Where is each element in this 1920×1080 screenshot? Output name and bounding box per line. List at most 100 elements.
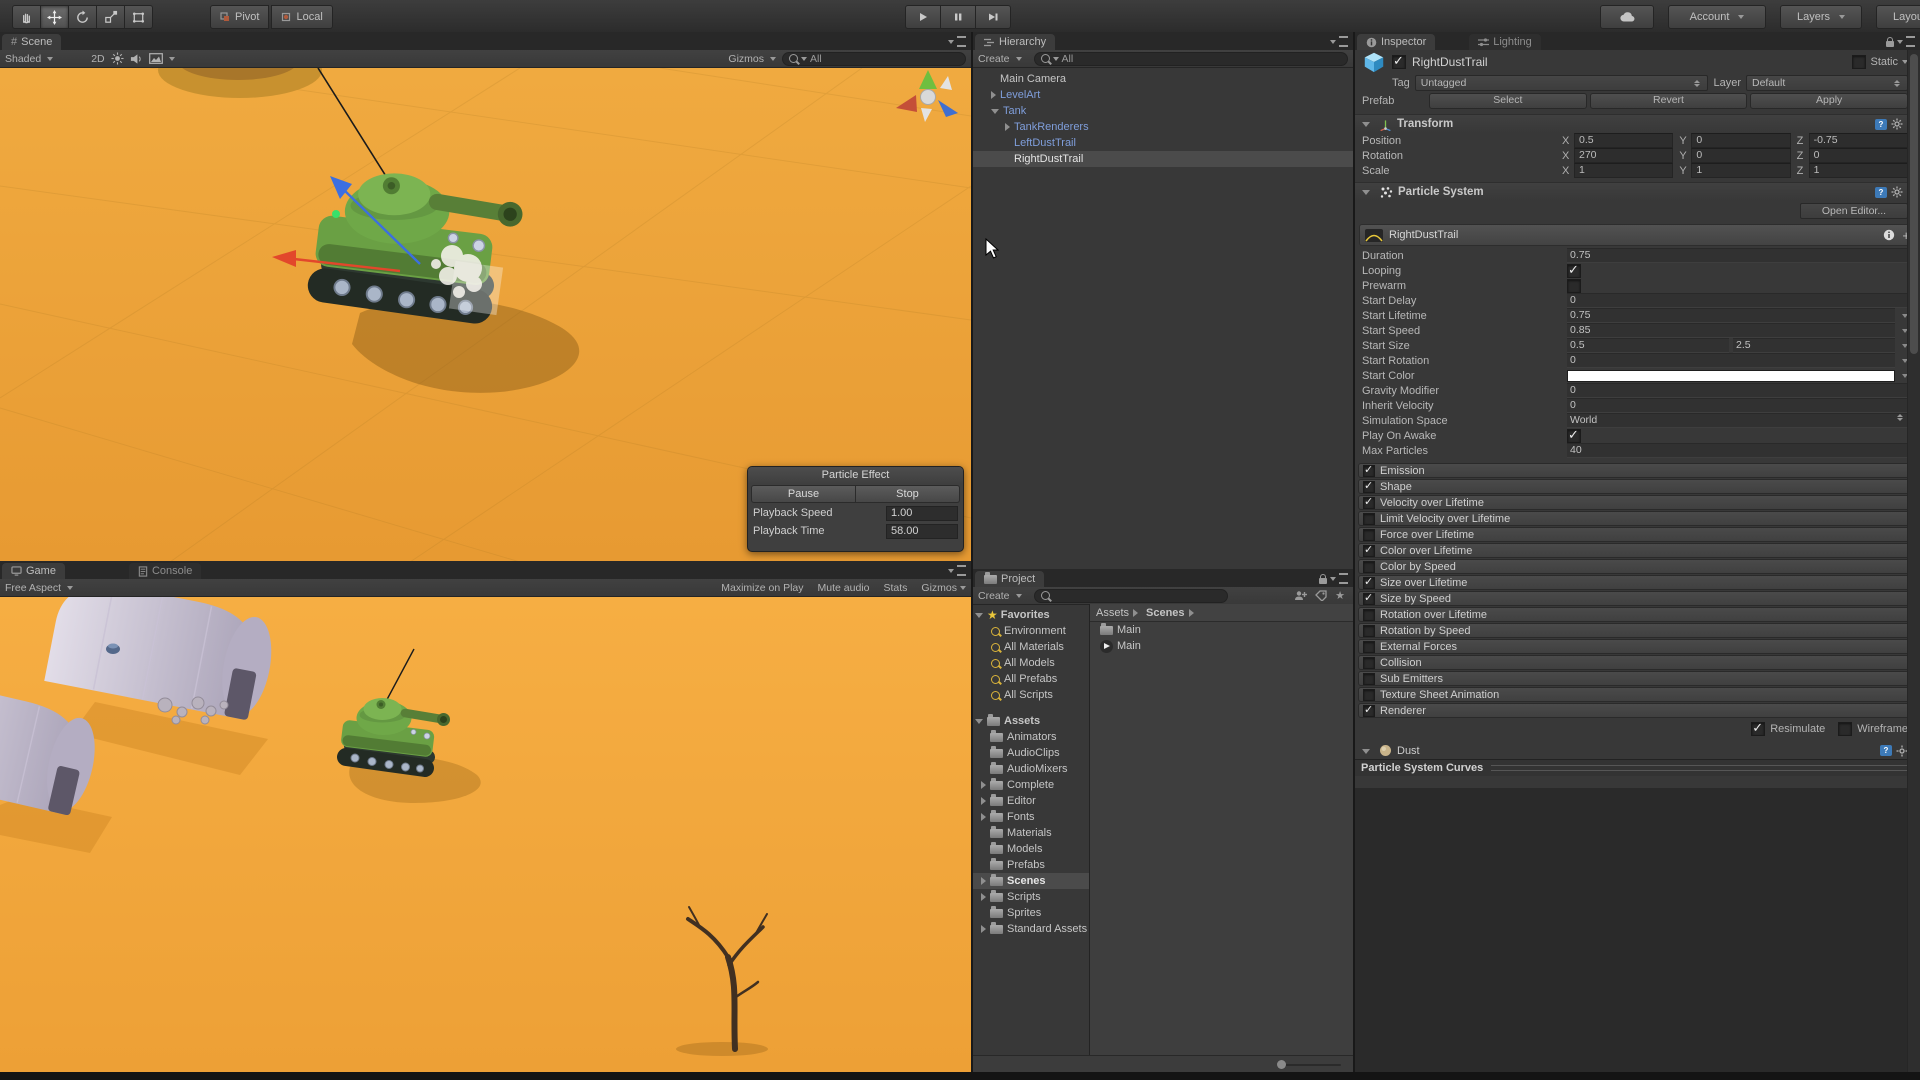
project-folder[interactable]: Animators: [973, 729, 1089, 745]
layer-dropdown[interactable]: Default: [1746, 75, 1908, 91]
playback-time-field[interactable]: 58.00: [886, 524, 958, 539]
create-caret[interactable]: [1016, 594, 1022, 598]
hierarchy-item[interactable]: LeftDustTrail: [973, 135, 1353, 151]
transform-foldout[interactable]: [1362, 122, 1370, 127]
module-checkbox[interactable]: [1363, 481, 1375, 493]
hierarchy-item[interactable]: LevelArt: [973, 87, 1353, 103]
module-color-over-lifetime[interactable]: Color over Lifetime: [1358, 543, 1917, 558]
tab-scene[interactable]: # Scene: [2, 34, 61, 50]
module-checkbox[interactable]: [1363, 529, 1375, 541]
gravity-modifier-field[interactable]: 0: [1567, 383, 1908, 398]
create-caret[interactable]: [1016, 57, 1022, 61]
project-folder[interactable]: AudioMixers: [973, 761, 1089, 777]
scene-search-input[interactable]: All: [782, 52, 966, 66]
project-folder[interactable]: Standard Assets: [973, 921, 1089, 937]
aspect-caret[interactable]: [67, 586, 73, 590]
favorite-item[interactable]: All Models: [973, 655, 1089, 671]
cloud-button[interactable]: [1600, 5, 1654, 29]
tag-dropdown[interactable]: Untagged: [1415, 75, 1709, 91]
disclosure-triangle[interactable]: [981, 813, 986, 821]
project-folder[interactable]: Complete: [973, 777, 1089, 793]
favorite-item[interactable]: All Materials: [973, 639, 1089, 655]
project-folder[interactable]: Sprites: [973, 905, 1089, 921]
disclosure-triangle[interactable]: [981, 797, 986, 805]
disclosure-triangle[interactable]: [1005, 123, 1010, 131]
static-checkbox[interactable]: [1852, 55, 1866, 69]
breadcrumb-segment[interactable]: Scenes: [1146, 607, 1185, 619]
game-panel-menu[interactable]: [948, 565, 966, 576]
rotate-tool-icon[interactable]: [69, 5, 97, 29]
layout-dropdown[interactable]: Layout: [1876, 5, 1920, 29]
aspect-dropdown[interactable]: Free Aspect: [5, 582, 61, 594]
disclosure-triangle[interactable]: [981, 925, 986, 933]
play-on-awake-checkbox[interactable]: [1567, 429, 1581, 443]
play-button[interactable]: [905, 5, 941, 29]
gizmos-dropdown[interactable]: Gizmos: [728, 53, 764, 65]
position-z-field[interactable]: -0.75: [1809, 133, 1908, 148]
project-folder[interactable]: Fonts: [973, 809, 1089, 825]
module-sub-emitters[interactable]: Sub Emitters: [1358, 671, 1917, 686]
particle-system-foldout[interactable]: [1362, 190, 1370, 195]
project-folder[interactable]: Models: [973, 841, 1089, 857]
module-checkbox[interactable]: [1363, 577, 1375, 589]
favorite-item[interactable]: All Prefabs: [973, 671, 1089, 687]
audio-toggle-icon[interactable]: [130, 53, 143, 65]
module-rotation-over-lifetime[interactable]: Rotation over Lifetime: [1358, 607, 1917, 622]
inspector-scrollbar[interactable]: [1907, 50, 1920, 1080]
curves-splitter[interactable]: Particle System Curves: [1355, 759, 1920, 776]
module-velocity-over-lifetime[interactable]: Velocity over Lifetime: [1358, 495, 1917, 510]
open-editor-button[interactable]: Open Editor...: [1800, 203, 1908, 219]
search-by-label-icon[interactable]: [1315, 590, 1327, 601]
tab-inspector[interactable]: Inspector: [1357, 34, 1435, 50]
account-dropdown[interactable]: Account: [1668, 5, 1766, 29]
help-icon[interactable]: ?: [1875, 119, 1887, 130]
start-rotation-field[interactable]: 0: [1567, 353, 1895, 368]
start-size-min-field[interactable]: 0.5: [1567, 338, 1729, 353]
help-icon[interactable]: ?: [1880, 745, 1892, 756]
module-texture-sheet-animation[interactable]: Texture Sheet Animation: [1358, 687, 1917, 702]
disclosure-triangle[interactable]: [981, 781, 986, 789]
scale-y-field[interactable]: 1: [1691, 163, 1790, 178]
rotation-x-field[interactable]: 270: [1574, 148, 1673, 163]
playback-speed-field[interactable]: 1.00: [886, 506, 958, 521]
disclosure-triangle[interactable]: [975, 719, 983, 724]
game-control-stats[interactable]: Stats: [883, 582, 907, 594]
max-particles-field[interactable]: 40: [1567, 443, 1908, 458]
asset-item[interactable]: Main: [1090, 638, 1353, 654]
simulation-space-dropdown[interactable]: World: [1567, 413, 1908, 428]
duration-field[interactable]: 0.75: [1567, 248, 1908, 263]
prefab-select-button[interactable]: Select: [1429, 93, 1587, 109]
hierarchy-item[interactable]: RightDustTrail: [973, 151, 1353, 167]
effects-caret[interactable]: [169, 57, 175, 61]
game-control-mute-audio[interactable]: Mute audio: [818, 582, 870, 594]
step-button[interactable]: [976, 5, 1011, 29]
assets-root[interactable]: Assets: [973, 713, 1089, 729]
module-checkbox[interactable]: [1363, 705, 1375, 717]
search-by-type-icon[interactable]: [1294, 590, 1307, 601]
favorite-item[interactable]: Environment: [973, 623, 1089, 639]
module-shape[interactable]: Shape: [1358, 479, 1917, 494]
module-checkbox[interactable]: [1363, 561, 1375, 573]
module-checkbox[interactable]: [1363, 545, 1375, 557]
dust-foldout[interactable]: [1362, 749, 1370, 754]
project-panel-menu[interactable]: [1319, 573, 1348, 584]
scale-tool-icon[interactable]: [97, 5, 125, 29]
shaded-dropdown[interactable]: Shaded: [5, 53, 41, 65]
project-folder[interactable]: AudioClips: [973, 745, 1089, 761]
info-icon[interactable]: [1883, 229, 1895, 241]
project-folder[interactable]: Editor: [973, 793, 1089, 809]
scene-panel-menu[interactable]: [948, 36, 966, 47]
help-icon[interactable]: ?: [1875, 187, 1887, 198]
module-checkbox[interactable]: [1363, 465, 1375, 477]
gizmos-caret[interactable]: [770, 57, 776, 61]
inspector-panel-menu[interactable]: [1886, 36, 1915, 47]
layers-dropdown[interactable]: Layers: [1780, 5, 1862, 29]
module-checkbox[interactable]: [1363, 641, 1375, 653]
looping-checkbox[interactable]: [1567, 264, 1581, 278]
project-folder[interactable]: Scripts: [973, 889, 1089, 905]
rotation-y-field[interactable]: 0: [1691, 148, 1790, 163]
tab-project[interactable]: Project: [975, 571, 1044, 587]
module-checkbox[interactable]: [1363, 497, 1375, 509]
module-color-by-speed[interactable]: Color by Speed: [1358, 559, 1917, 574]
tab-hierarchy[interactable]: Hierarchy: [975, 34, 1055, 50]
